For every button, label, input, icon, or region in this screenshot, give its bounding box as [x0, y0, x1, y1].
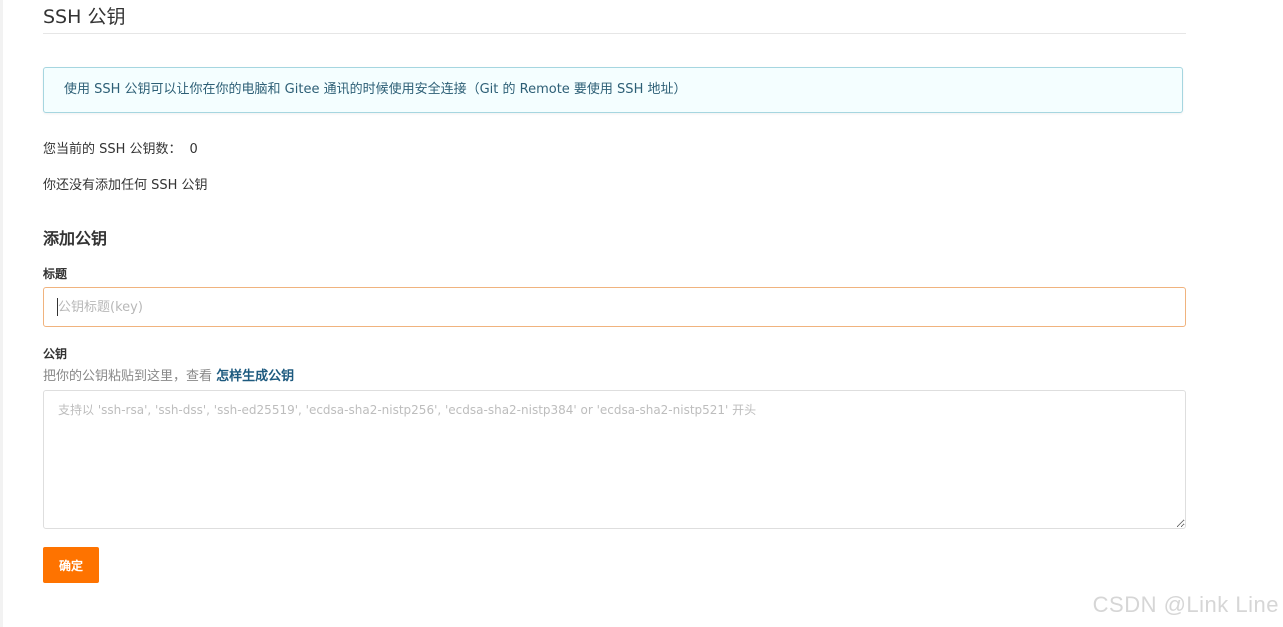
- text-caret: [57, 298, 58, 316]
- how-to-generate-key-link[interactable]: 怎样生成公钥: [216, 369, 294, 384]
- public-key-label: 公钥: [43, 347, 68, 361]
- public-key-textarea[interactable]: [43, 390, 1186, 529]
- ssh-key-count-value: 0: [189, 142, 198, 157]
- empty-keys-message: 你还没有添加任何 SSH 公钥: [43, 178, 208, 193]
- info-message: 使用 SSH 公钥可以让你在你的电脑和 Gitee 通讯的时候使用安全连接（Gi…: [43, 67, 1183, 113]
- public-key-hint-text: 把你的公钥粘贴到这里，查看: [43, 369, 217, 384]
- public-key-hint: 把你的公钥粘贴到这里，查看 怎样生成公钥: [43, 368, 294, 386]
- watermark-text: CSDN @Link Line: [1092, 592, 1279, 617]
- submit-button[interactable]: 确定: [43, 547, 99, 583]
- page-title: SSH 公钥: [43, 6, 126, 28]
- ssh-key-count-label: 您当前的 SSH 公钥数：: [43, 142, 182, 157]
- add-key-heading: 添加公钥: [43, 229, 108, 248]
- key-title-label: 标题: [43, 267, 68, 281]
- left-divider: [0, 0, 3, 627]
- ssh-key-count: 您当前的 SSH 公钥数： 0: [43, 141, 198, 159]
- key-title-input[interactable]: [43, 287, 1186, 327]
- title-divider: [43, 33, 1186, 34]
